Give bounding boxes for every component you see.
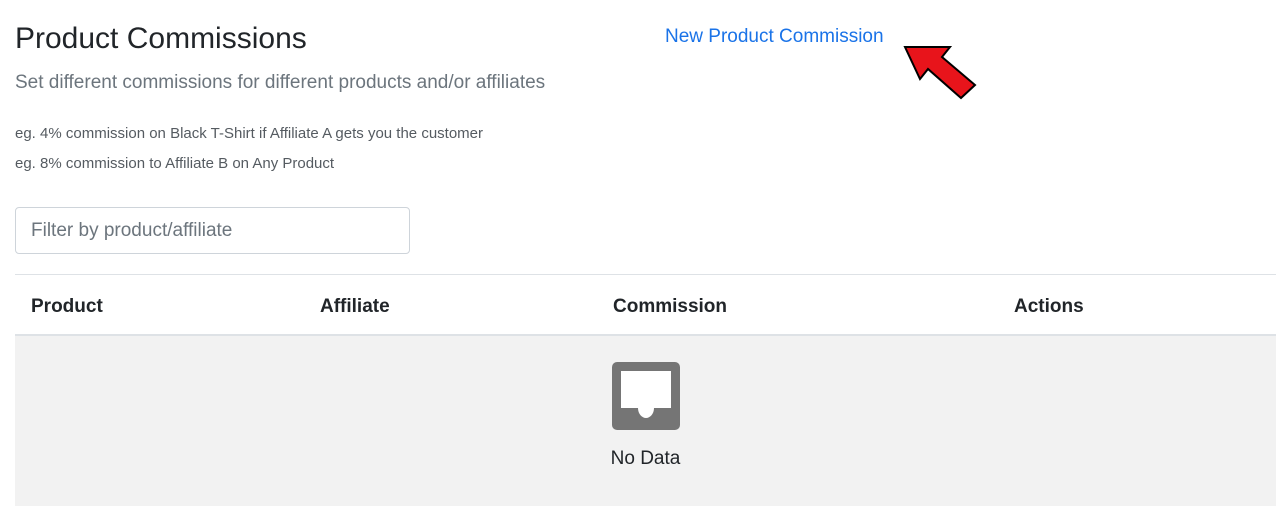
table-header: Product Affiliate Commission Actions [15,274,1276,336]
new-product-commission-link[interactable]: New Product Commission [665,26,884,48]
column-header-affiliate[interactable]: Affiliate [320,296,390,318]
page-title: Product Commissions [15,22,307,55]
empty-state-text: No Data [610,448,681,469]
column-header-product[interactable]: Product [31,296,103,318]
page-subtitle: Set different commissions for different … [15,72,546,93]
column-header-commission[interactable]: Commission [613,296,727,318]
inbox-icon [612,362,680,430]
column-header-actions: Actions [1014,296,1084,317]
example-line: eg. 4% commission on Black T-Shirt if Af… [15,125,484,142]
red-arrow-icon [903,46,977,100]
empty-state: No Data [15,336,1276,506]
example-line: eg. 8% commission to Affiliate B on Any … [15,155,335,172]
filter-input[interactable] [15,207,410,254]
commissions-table: Product Affiliate Commission Actions No … [15,274,1276,506]
